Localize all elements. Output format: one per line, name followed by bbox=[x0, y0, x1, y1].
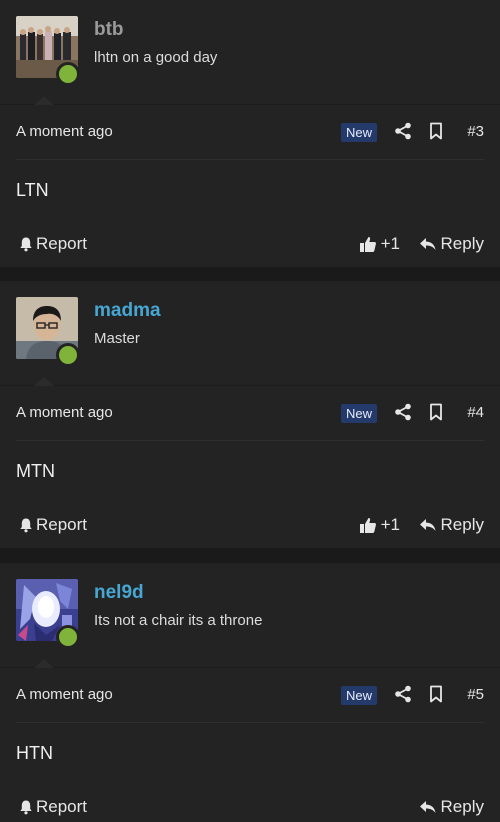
like-button[interactable]: +1 bbox=[359, 234, 400, 254]
thumbs-up-icon bbox=[359, 518, 376, 533]
reply-button[interactable]: Reply bbox=[419, 515, 484, 535]
speech-notch bbox=[34, 659, 54, 668]
report-label: Report bbox=[36, 234, 88, 253]
reply-icon bbox=[419, 238, 436, 250]
report-label: Report bbox=[36, 515, 88, 534]
report-button[interactable]: Report bbox=[18, 234, 87, 254]
online-status-icon bbox=[56, 625, 80, 649]
username[interactable]: nel9d bbox=[94, 582, 144, 604]
post-header: nel9d Its not a chair its a throne bbox=[0, 563, 500, 667]
post: madma Master A moment ago New #4 MTN Rep… bbox=[0, 281, 500, 559]
bookmark-icon[interactable] bbox=[428, 685, 444, 703]
new-badge: New bbox=[340, 686, 377, 705]
speech-notch bbox=[34, 96, 54, 105]
post-message: LTN bbox=[16, 180, 49, 200]
post-message: HTN bbox=[16, 743, 53, 763]
reply-icon bbox=[419, 801, 436, 813]
report-label: Report bbox=[36, 797, 88, 816]
reply-label: Reply bbox=[440, 515, 484, 534]
reply-label: Reply bbox=[440, 234, 484, 253]
post-meta: A moment ago New #3 bbox=[16, 105, 484, 160]
new-badge: New bbox=[340, 404, 377, 423]
thread: btb lhtn on a good day A moment ago New … bbox=[0, 0, 500, 822]
post-meta: A moment ago New #5 bbox=[16, 668, 484, 723]
timestamp[interactable]: A moment ago bbox=[16, 123, 113, 140]
reply-label: Reply bbox=[440, 797, 484, 816]
post-header: btb lhtn on a good day bbox=[0, 0, 500, 104]
user-title: Its not a chair its a throne bbox=[94, 612, 263, 629]
online-status-icon bbox=[56, 343, 80, 367]
share-icon[interactable] bbox=[394, 122, 412, 140]
user-title: Master bbox=[94, 330, 140, 347]
new-badge: New bbox=[340, 123, 377, 142]
post-body: A moment ago New #4 MTN Report +1 Reply bbox=[0, 377, 500, 559]
timestamp[interactable]: A moment ago bbox=[16, 686, 113, 703]
bookmark-icon[interactable] bbox=[428, 122, 444, 140]
user-title: lhtn on a good day bbox=[94, 49, 218, 66]
bell-icon bbox=[20, 800, 32, 815]
bell-icon bbox=[20, 518, 32, 533]
reply-button[interactable]: Reply bbox=[419, 234, 484, 254]
post-meta: A moment ago New #4 bbox=[16, 386, 484, 441]
share-icon[interactable] bbox=[394, 685, 412, 703]
post-actions: Report Reply bbox=[0, 779, 500, 822]
post-number[interactable]: #5 bbox=[467, 686, 484, 703]
like-button[interactable]: +1 bbox=[359, 515, 400, 535]
bookmark-icon[interactable] bbox=[428, 403, 444, 421]
reply-button[interactable]: Reply bbox=[419, 797, 484, 817]
online-status-icon bbox=[56, 62, 80, 86]
post: btb lhtn on a good day A moment ago New … bbox=[0, 0, 500, 278]
timestamp[interactable]: A moment ago bbox=[16, 404, 113, 421]
post-body: A moment ago New #5 HTN Report Reply bbox=[0, 659, 500, 822]
post-separator bbox=[0, 548, 500, 562]
like-label: +1 bbox=[380, 515, 400, 534]
speech-notch bbox=[34, 377, 54, 386]
post-body: A moment ago New #3 LTN Report +1 Reply bbox=[0, 96, 500, 278]
report-button[interactable]: Report bbox=[18, 515, 87, 535]
report-button[interactable]: Report bbox=[18, 797, 87, 817]
reply-icon bbox=[419, 519, 436, 531]
post-number[interactable]: #4 bbox=[467, 404, 484, 421]
username[interactable]: btb bbox=[94, 19, 124, 41]
share-icon[interactable] bbox=[394, 403, 412, 421]
post-message: MTN bbox=[16, 461, 55, 481]
post-separator bbox=[0, 267, 500, 281]
post-number[interactable]: #3 bbox=[467, 123, 484, 140]
username[interactable]: madma bbox=[94, 300, 161, 322]
post: nel9d Its not a chair its a throne A mom… bbox=[0, 563, 500, 822]
thumbs-up-icon bbox=[359, 237, 376, 252]
post-header: madma Master bbox=[0, 281, 500, 385]
like-label: +1 bbox=[380, 234, 400, 253]
bell-icon bbox=[20, 237, 32, 252]
